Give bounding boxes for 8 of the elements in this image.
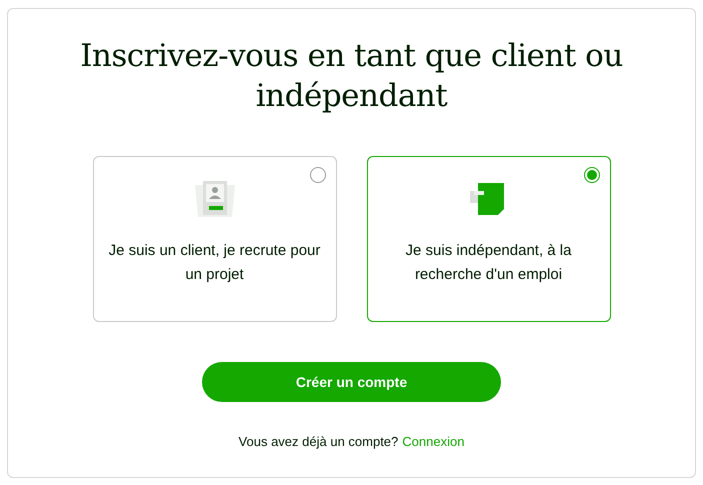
- account-type-card[interactable]: Je suis indépendant, à la recherche d'un emploi: [366, 156, 610, 322]
- option-label: Je suis indépendant, à la recherche d'un emploi: [404, 241, 572, 285]
- page-title: Inscrivez-vous en tant que client ou indépendant: [79, 37, 624, 116]
- radio-button[interactable]: [310, 167, 326, 183]
- account-type-card[interactable]: Je suis un client, je recrute pour un projet: [92, 156, 336, 322]
- existing-account-text: Vous avez déjà un compte?: [238, 433, 398, 451]
- option-label: Je suis un client, je recrute pour un projet: [108, 241, 322, 285]
- radio-button[interactable]: [584, 167, 600, 183]
